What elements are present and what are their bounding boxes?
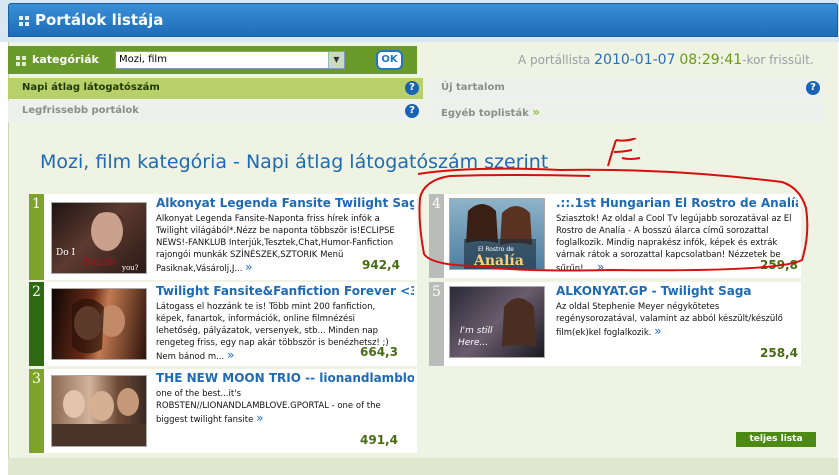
description-text: Látogass el hozzánk te is! Több mint 200… xyxy=(156,302,389,362)
thumb-text: I'm still xyxy=(460,326,493,336)
portal-thumbnail[interactable] xyxy=(51,288,147,360)
page-title: Portálok listája xyxy=(35,11,164,29)
visitor-score: 942,4 xyxy=(362,258,400,272)
portal-title-link[interactable]: THE NEW MOON TRIO -- lionandlamblove. xyxy=(156,371,414,385)
rank-badge: 2 xyxy=(29,282,44,366)
kiss-image xyxy=(72,298,125,354)
visitor-score: 664,3 xyxy=(360,345,398,359)
bottom-strip xyxy=(8,458,838,475)
tab-new-content[interactable]: Új tartalom ? xyxy=(427,78,824,99)
portal-thumbnail[interactable]: I'm still Here... xyxy=(449,286,545,358)
list-item: 1 Do I Dazzle you? Alkonyat Legenda Fans… xyxy=(29,194,417,280)
tab-newest-portals[interactable]: Legfrissebb portálok ? xyxy=(8,101,423,122)
list-item: 2 Twilight Fansite&Fanfiction Forever <3… xyxy=(29,282,417,366)
list-item: 5 I'm still Here... ALKONYAT.GP - Twilig… xyxy=(429,282,801,366)
category-select[interactable]: Mozi, film ▼ xyxy=(115,51,345,69)
still-here-image: I'm still Here... xyxy=(458,298,536,348)
portal-description: Az oldal Stephenie Meyer négykötetes reg… xyxy=(556,301,792,341)
thumb-text: Dazzle xyxy=(81,257,116,268)
category-select-value: Mozi, film xyxy=(119,54,167,65)
chevron-down-icon[interactable]: ▼ xyxy=(328,52,344,68)
description-text: one of the best...it's ROBSTEN//LIONANDL… xyxy=(156,389,381,425)
tab-other-toplists[interactable]: Egyéb toplisták » xyxy=(427,101,824,122)
rank-badge: 5 xyxy=(429,282,444,366)
thumb-text: you? xyxy=(121,264,139,272)
ok-button[interactable]: OK xyxy=(376,50,403,70)
last-updated-status: A portállista 2010-01-07 08:29:41-kor fr… xyxy=(518,52,814,68)
rank-badge: 1 xyxy=(29,194,44,280)
more-link[interactable]: » xyxy=(654,324,661,338)
filter-dots-icon xyxy=(16,56,26,66)
portal-description: one of the best...it's ROBSTEN//LIONANDL… xyxy=(156,388,401,438)
list-item: 3 THE NEW MOON TRIO -- lionandlamblove. … xyxy=(29,369,417,453)
header-bar: Portálok listája xyxy=(8,3,838,37)
portal-title-link[interactable]: Alkonyat Legenda Fansite Twilight Saga l xyxy=(156,196,414,210)
tab-label: Legfrissebb portálok xyxy=(22,105,139,116)
portal-thumbnail[interactable]: Do I Dazzle you? xyxy=(51,202,147,274)
more-link[interactable]: » xyxy=(245,260,252,273)
help-icon[interactable]: ? xyxy=(405,81,419,95)
thumb-text: Do I xyxy=(56,248,75,258)
more-link[interactable]: » xyxy=(256,411,263,425)
description-text: Az oldal Stephenie Meyer négykötetes reg… xyxy=(556,302,783,338)
updated-time: 08:29:41 xyxy=(679,52,743,68)
portal-title-link[interactable]: Twilight Fansite&Fanfiction Forever <3 xyxy=(156,284,414,298)
full-list-button[interactable]: teljes lista xyxy=(736,432,816,447)
rank-badge: 3 xyxy=(29,369,44,453)
description-text: Alkonyat Legenda Fansite-Naponta friss h… xyxy=(156,214,395,273)
category-filter: kategóriák Mozi, film ▼ OK xyxy=(8,46,417,74)
help-icon[interactable]: ? xyxy=(806,81,820,95)
more-link[interactable]: » xyxy=(227,348,234,362)
red-annotation-icon xyxy=(417,138,809,272)
double-arrow-icon: » xyxy=(532,105,540,119)
portal-title-link[interactable]: ALKONYAT.GP - Twilight Saga xyxy=(556,284,798,298)
tab-daily-average[interactable]: Napi átlag látogatószám ? xyxy=(8,78,423,99)
updated-prefix: A portállista xyxy=(518,53,591,67)
category-label: kategóriák xyxy=(32,53,99,66)
updated-suffix: -kor frissült. xyxy=(742,53,814,67)
visitor-score: 258,4 xyxy=(760,346,798,360)
thumb-text: Here... xyxy=(458,338,488,348)
portal-thumbnail[interactable] xyxy=(51,375,147,447)
visitor-score: 491,4 xyxy=(360,433,398,447)
tab-label: Napi átlag látogatószám xyxy=(22,82,160,93)
updated-date: 2010-01-07 xyxy=(594,52,676,68)
tab-label: Egyéb toplisták xyxy=(441,108,529,119)
trio-image xyxy=(52,388,146,446)
help-icon[interactable]: ? xyxy=(405,104,419,118)
portrait-image: Do I Dazzle you? xyxy=(56,211,139,272)
tab-label: Új tartalom xyxy=(441,82,505,93)
header-dots-icon xyxy=(19,16,29,26)
